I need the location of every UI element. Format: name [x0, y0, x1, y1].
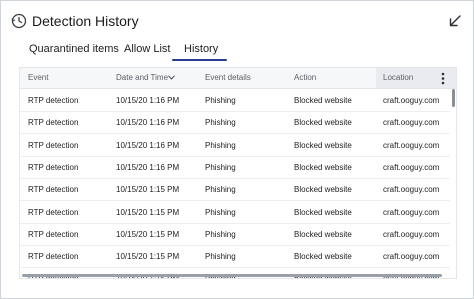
column-header-event-details[interactable]: Event details: [205, 73, 251, 82]
tab-history[interactable]: History: [184, 43, 218, 55]
cell-event-details: Phishing: [205, 185, 236, 195]
column-header-action[interactable]: Action: [294, 73, 316, 82]
cell-date-and-time: 10/15/20 1:15 PM: [116, 185, 180, 195]
cell-date-and-time: 10/15/20 1:16 PM: [116, 162, 180, 172]
cell-event: RTP detection: [28, 96, 79, 105]
detection-history-window: Detection History Quarantined items Allo…: [0, 0, 474, 299]
restore-arrow-icon[interactable]: [449, 15, 461, 27]
cell-location: craft.ooguy.com: [383, 185, 440, 195]
cell-location: craft.ooguy.com: [383, 140, 440, 150]
titlebar: Detection History: [1, 1, 473, 39]
cell-date-and-time: 10/15/20 1:16 PM: [116, 96, 180, 105]
cell-location: craft.ooguy.com: [383, 162, 440, 172]
column-header-location[interactable]: Location: [383, 73, 413, 82]
cell-event-details: Phishing: [205, 96, 236, 105]
column-header-event[interactable]: Event: [28, 73, 48, 82]
cell-event-details: Phishing: [205, 140, 236, 150]
cell-event: RTP detection: [28, 229, 79, 239]
cell-event: RTP detection: [28, 140, 79, 150]
cell-event: RTP detection: [28, 185, 79, 195]
cell-event-details: Phishing: [205, 118, 236, 128]
column-header-date-and-time[interactable]: Date and Time: [116, 73, 168, 82]
cell-action: Blocked website: [294, 185, 352, 195]
table-row[interactable]: RTP detection 10/15/20 1:16 PM Phishing Blo…: [20, 134, 450, 157]
cell-event-details: Phishing: [205, 252, 236, 262]
active-tab-indicator: [172, 59, 227, 61]
window-title: Detection History: [32, 13, 139, 29]
cell-event: RTP detection: [28, 252, 79, 262]
cell-date-and-time: 10/15/20 1:15 PM: [116, 229, 180, 239]
table-row[interactable]: RTP detection 10/15/20 1:15 PM Phishing Blo…: [20, 223, 450, 246]
cell-action: Blocked website: [294, 140, 352, 150]
vertical-scrollbar[interactable]: [452, 89, 455, 107]
table-row[interactable]: RTP detection 10/15/20 1:16 PM Phishing Blo…: [20, 156, 450, 179]
cell-location: craft.ooguy.com: [383, 252, 440, 262]
table-row[interactable]: RTP detection 10/15/20 1:15 PM Phishing Blo…: [20, 201, 450, 224]
cell-action: Blocked website: [294, 162, 352, 172]
cell-location: craft.ooguy.com: [383, 96, 440, 105]
cell-action: Blocked website: [294, 118, 352, 128]
detection-history-table: Event Date and Time Event details Action…: [19, 67, 457, 279]
cell-action: Blocked website: [294, 96, 352, 105]
table-row[interactable]: RTP detection 10/15/20 1:16 PM Phishing Blo…: [20, 111, 450, 135]
table-header: Event Date and Time Event details Action…: [20, 68, 456, 89]
cell-location: craft.ooguy.com: [383, 229, 440, 239]
table-row[interactable]: RTP detection 10/15/20 1:15 PM Phishing Blo…: [20, 178, 450, 202]
table-row[interactable]: RTP detection 10/15/20 1:15 PM Phishing Blo…: [20, 245, 450, 269]
cell-date-and-time: 10/15/20 1:16 PM: [116, 140, 180, 150]
cell-date-and-time: 10/15/20 1:15 PM: [116, 252, 180, 262]
more-vertical-icon[interactable]: [441, 72, 445, 85]
cell-location: craft.ooguy.com: [383, 118, 440, 128]
cell-action: Blocked website: [294, 207, 352, 217]
cell-location: craft.ooguy.com: [383, 207, 440, 217]
tab-quarantined-items[interactable]: Quarantined items: [29, 43, 119, 55]
cell-action: Blocked website: [294, 229, 352, 239]
cell-date-and-time: 10/15/20 1:16 PM: [116, 118, 180, 128]
cell-event-details: Phishing: [205, 162, 236, 172]
cell-date-and-time: 10/15/20 1:15 PM: [116, 207, 180, 217]
tab-allow-list[interactable]: Allow List: [124, 43, 170, 55]
cell-event: RTP detection: [28, 207, 79, 217]
history-clock-icon: [11, 13, 27, 29]
cell-event: RTP detection: [28, 162, 79, 172]
cell-action: Blocked website: [294, 252, 352, 262]
cell-event: RTP detection: [28, 118, 79, 128]
cell-event-details: Phishing: [205, 207, 236, 217]
sort-down-icon[interactable]: [168, 75, 175, 80]
horizontal-scrollbar[interactable]: [22, 274, 442, 277]
table-row[interactable]: RTP detection 10/15/20 1:16 PM Phishing Blo…: [20, 89, 450, 112]
cell-event-details: Phishing: [205, 229, 236, 239]
